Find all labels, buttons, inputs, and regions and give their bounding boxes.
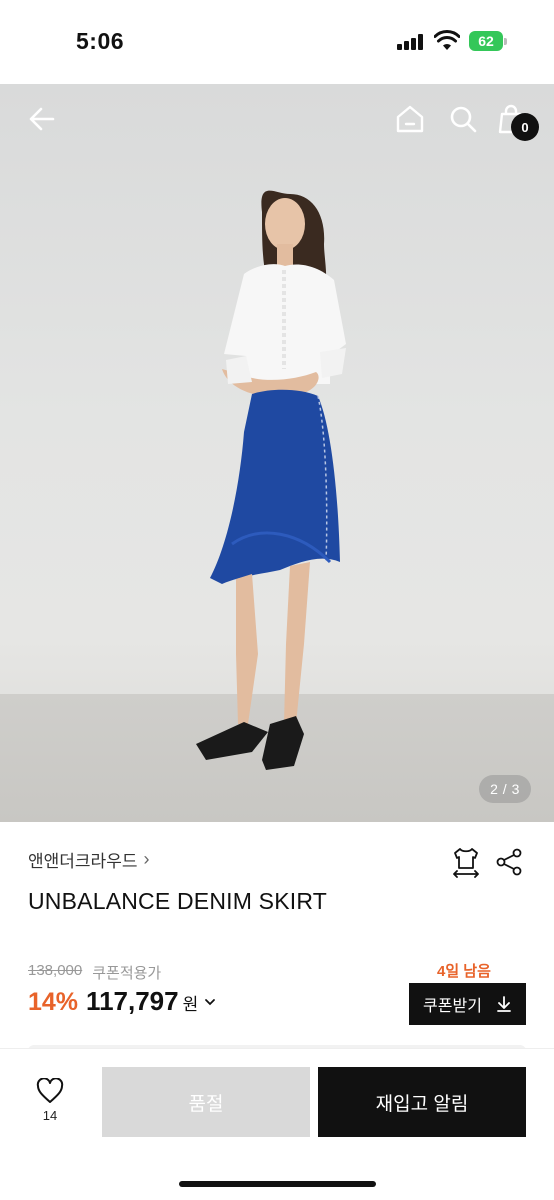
signal-icon <box>397 34 425 50</box>
product-title: UNBALANCE DENIM SKIRT <box>28 888 327 914</box>
original-price-row: 138,000 쿠폰적용가 <box>28 962 161 983</box>
heart-icon <box>36 1078 64 1103</box>
like-count: 14 <box>42 1108 58 1123</box>
soldout-button: 품절 <box>102 1067 310 1137</box>
coupon-download-button[interactable]: 쿠폰받기 <box>409 983 526 1025</box>
search-button[interactable] <box>446 102 480 136</box>
home-button[interactable] <box>393 102 427 136</box>
home-icon <box>396 105 424 133</box>
price-row[interactable]: 14% 117,797 원 <box>28 986 216 1017</box>
battery-icon: 62 <box>469 31 507 51</box>
back-arrow-icon <box>29 107 55 131</box>
like-button[interactable]: 14 <box>28 1078 72 1130</box>
restock-alert-button[interactable]: 재입고 알림 <box>318 1067 526 1137</box>
size-guide-icon[interactable] <box>451 846 481 878</box>
download-icon <box>497 996 511 1012</box>
currency-label: 원 <box>182 995 199 1014</box>
back-button[interactable] <box>25 102 59 136</box>
wifi-icon <box>434 30 460 50</box>
brand-name: 앤앤더크라우드 <box>28 852 138 871</box>
battery-level: 62 <box>469 31 503 51</box>
discount-rate: 14% <box>28 988 79 1016</box>
brand-link[interactable]: 앤앤더크라우드 › <box>28 847 149 872</box>
search-icon <box>450 106 477 133</box>
chevron-right-icon: › <box>143 849 150 869</box>
product-image[interactable] <box>0 84 554 822</box>
cart-count-badge: 0 <box>511 113 539 141</box>
coupon-price-label: 쿠폰적용가 <box>92 965 162 982</box>
image-page-indicator: 2 / 3 <box>479 775 531 803</box>
share-icon[interactable] <box>495 848 523 876</box>
status-time: 5:06 <box>76 28 125 54</box>
chevron-down-icon <box>205 998 216 1005</box>
home-indicator <box>179 1181 376 1187</box>
original-price: 138,000 <box>28 962 83 979</box>
status-bar: 5:06 62 <box>0 0 554 84</box>
coupon-button-label: 쿠폰받기 <box>423 998 482 1015</box>
sale-price: 117,797 <box>86 986 179 1016</box>
product-photo <box>196 190 346 770</box>
days-left-label: 4일 남음 <box>437 963 491 980</box>
